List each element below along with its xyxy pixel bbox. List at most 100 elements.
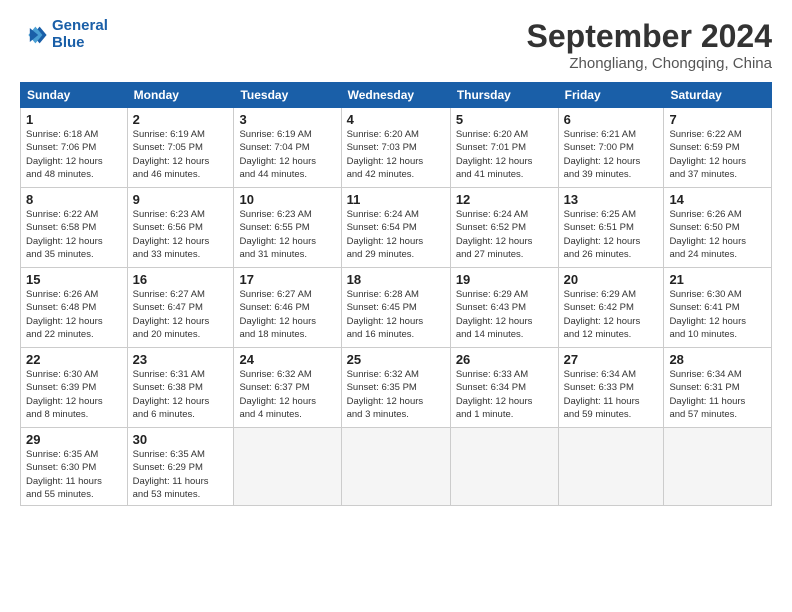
logo-icon bbox=[20, 21, 48, 49]
calendar-cell: 20Sunrise: 6:29 AM Sunset: 6:42 PM Dayli… bbox=[558, 268, 664, 348]
day-number: 1 bbox=[26, 112, 122, 127]
calendar-cell: 23Sunrise: 6:31 AM Sunset: 6:38 PM Dayli… bbox=[127, 348, 234, 428]
day-info: Sunrise: 6:19 AM Sunset: 7:05 PM Dayligh… bbox=[133, 128, 229, 181]
header-wednesday: Wednesday bbox=[341, 83, 450, 108]
calendar-cell: 5Sunrise: 6:20 AM Sunset: 7:01 PM Daylig… bbox=[450, 108, 558, 188]
day-info: Sunrise: 6:30 AM Sunset: 6:39 PM Dayligh… bbox=[26, 368, 122, 421]
calendar-week-2: 8Sunrise: 6:22 AM Sunset: 6:58 PM Daylig… bbox=[21, 188, 772, 268]
logo-line1: General bbox=[52, 17, 108, 34]
calendar-cell: 26Sunrise: 6:33 AM Sunset: 6:34 PM Dayli… bbox=[450, 348, 558, 428]
day-number: 19 bbox=[456, 272, 553, 287]
logo-text: General Blue bbox=[52, 18, 108, 51]
day-info: Sunrise: 6:24 AM Sunset: 6:54 PM Dayligh… bbox=[347, 208, 445, 261]
day-info: Sunrise: 6:25 AM Sunset: 6:51 PM Dayligh… bbox=[564, 208, 659, 261]
day-number: 10 bbox=[239, 192, 335, 207]
day-number: 16 bbox=[133, 272, 229, 287]
page: General Blue September 2024 Zhongliang, … bbox=[0, 0, 792, 612]
calendar-cell bbox=[341, 428, 450, 506]
day-info: Sunrise: 6:20 AM Sunset: 7:01 PM Dayligh… bbox=[456, 128, 553, 181]
day-info: Sunrise: 6:21 AM Sunset: 7:00 PM Dayligh… bbox=[564, 128, 659, 181]
day-number: 29 bbox=[26, 432, 122, 447]
day-info: Sunrise: 6:27 AM Sunset: 6:47 PM Dayligh… bbox=[133, 288, 229, 341]
calendar-cell: 16Sunrise: 6:27 AM Sunset: 6:47 PM Dayli… bbox=[127, 268, 234, 348]
title-block: September 2024 Zhongliang, Chongqing, Ch… bbox=[527, 18, 772, 72]
day-info: Sunrise: 6:23 AM Sunset: 6:56 PM Dayligh… bbox=[133, 208, 229, 261]
calendar-cell: 1Sunrise: 6:18 AM Sunset: 7:06 PM Daylig… bbox=[21, 108, 128, 188]
calendar-cell: 9Sunrise: 6:23 AM Sunset: 6:56 PM Daylig… bbox=[127, 188, 234, 268]
calendar-header-row: Sunday Monday Tuesday Wednesday Thursday… bbox=[21, 83, 772, 108]
calendar-cell: 15Sunrise: 6:26 AM Sunset: 6:48 PM Dayli… bbox=[21, 268, 128, 348]
calendar-cell: 27Sunrise: 6:34 AM Sunset: 6:33 PM Dayli… bbox=[558, 348, 664, 428]
day-number: 27 bbox=[564, 352, 659, 367]
day-info: Sunrise: 6:35 AM Sunset: 6:30 PM Dayligh… bbox=[26, 448, 122, 501]
calendar-cell: 3Sunrise: 6:19 AM Sunset: 7:04 PM Daylig… bbox=[234, 108, 341, 188]
day-number: 23 bbox=[133, 352, 229, 367]
day-number: 30 bbox=[133, 432, 229, 447]
day-info: Sunrise: 6:34 AM Sunset: 6:31 PM Dayligh… bbox=[669, 368, 766, 421]
day-number: 7 bbox=[669, 112, 766, 127]
calendar-cell bbox=[664, 428, 772, 506]
day-number: 14 bbox=[669, 192, 766, 207]
day-info: Sunrise: 6:30 AM Sunset: 6:41 PM Dayligh… bbox=[669, 288, 766, 341]
day-info: Sunrise: 6:18 AM Sunset: 7:06 PM Dayligh… bbox=[26, 128, 122, 181]
day-info: Sunrise: 6:31 AM Sunset: 6:38 PM Dayligh… bbox=[133, 368, 229, 421]
day-info: Sunrise: 6:24 AM Sunset: 6:52 PM Dayligh… bbox=[456, 208, 553, 261]
day-info: Sunrise: 6:27 AM Sunset: 6:46 PM Dayligh… bbox=[239, 288, 335, 341]
day-info: Sunrise: 6:28 AM Sunset: 6:45 PM Dayligh… bbox=[347, 288, 445, 341]
calendar-cell: 21Sunrise: 6:30 AM Sunset: 6:41 PM Dayli… bbox=[664, 268, 772, 348]
day-number: 13 bbox=[564, 192, 659, 207]
day-info: Sunrise: 6:35 AM Sunset: 6:29 PM Dayligh… bbox=[133, 448, 229, 501]
header-thursday: Thursday bbox=[450, 83, 558, 108]
day-number: 3 bbox=[239, 112, 335, 127]
day-number: 21 bbox=[669, 272, 766, 287]
day-info: Sunrise: 6:34 AM Sunset: 6:33 PM Dayligh… bbox=[564, 368, 659, 421]
day-info: Sunrise: 6:32 AM Sunset: 6:35 PM Dayligh… bbox=[347, 368, 445, 421]
calendar-cell: 22Sunrise: 6:30 AM Sunset: 6:39 PM Dayli… bbox=[21, 348, 128, 428]
day-info: Sunrise: 6:26 AM Sunset: 6:48 PM Dayligh… bbox=[26, 288, 122, 341]
day-info: Sunrise: 6:32 AM Sunset: 6:37 PM Dayligh… bbox=[239, 368, 335, 421]
calendar-cell: 7Sunrise: 6:22 AM Sunset: 6:59 PM Daylig… bbox=[664, 108, 772, 188]
calendar-cell: 4Sunrise: 6:20 AM Sunset: 7:03 PM Daylig… bbox=[341, 108, 450, 188]
day-number: 5 bbox=[456, 112, 553, 127]
calendar-cell: 8Sunrise: 6:22 AM Sunset: 6:58 PM Daylig… bbox=[21, 188, 128, 268]
calendar-cell bbox=[558, 428, 664, 506]
day-number: 26 bbox=[456, 352, 553, 367]
calendar-cell: 19Sunrise: 6:29 AM Sunset: 6:43 PM Dayli… bbox=[450, 268, 558, 348]
sub-title: Zhongliang, Chongqing, China bbox=[527, 55, 772, 72]
day-number: 20 bbox=[564, 272, 659, 287]
calendar-cell: 10Sunrise: 6:23 AM Sunset: 6:55 PM Dayli… bbox=[234, 188, 341, 268]
calendar-cell bbox=[450, 428, 558, 506]
day-info: Sunrise: 6:19 AM Sunset: 7:04 PM Dayligh… bbox=[239, 128, 335, 181]
calendar-cell: 29Sunrise: 6:35 AM Sunset: 6:30 PM Dayli… bbox=[21, 428, 128, 506]
calendar-cell: 11Sunrise: 6:24 AM Sunset: 6:54 PM Dayli… bbox=[341, 188, 450, 268]
calendar: Sunday Monday Tuesday Wednesday Thursday… bbox=[20, 82, 772, 506]
day-number: 18 bbox=[347, 272, 445, 287]
calendar-week-1: 1Sunrise: 6:18 AM Sunset: 7:06 PM Daylig… bbox=[21, 108, 772, 188]
calendar-cell: 18Sunrise: 6:28 AM Sunset: 6:45 PM Dayli… bbox=[341, 268, 450, 348]
calendar-cell: 2Sunrise: 6:19 AM Sunset: 7:05 PM Daylig… bbox=[127, 108, 234, 188]
calendar-cell: 6Sunrise: 6:21 AM Sunset: 7:00 PM Daylig… bbox=[558, 108, 664, 188]
calendar-week-5: 29Sunrise: 6:35 AM Sunset: 6:30 PM Dayli… bbox=[21, 428, 772, 506]
calendar-week-4: 22Sunrise: 6:30 AM Sunset: 6:39 PM Dayli… bbox=[21, 348, 772, 428]
calendar-cell: 17Sunrise: 6:27 AM Sunset: 6:46 PM Dayli… bbox=[234, 268, 341, 348]
header-friday: Friday bbox=[558, 83, 664, 108]
day-number: 4 bbox=[347, 112, 445, 127]
day-number: 25 bbox=[347, 352, 445, 367]
calendar-cell: 30Sunrise: 6:35 AM Sunset: 6:29 PM Dayli… bbox=[127, 428, 234, 506]
header-saturday: Saturday bbox=[664, 83, 772, 108]
calendar-cell: 28Sunrise: 6:34 AM Sunset: 6:31 PM Dayli… bbox=[664, 348, 772, 428]
logo: General Blue bbox=[20, 18, 108, 51]
calendar-cell: 14Sunrise: 6:26 AM Sunset: 6:50 PM Dayli… bbox=[664, 188, 772, 268]
day-info: Sunrise: 6:22 AM Sunset: 6:59 PM Dayligh… bbox=[669, 128, 766, 181]
calendar-week-3: 15Sunrise: 6:26 AM Sunset: 6:48 PM Dayli… bbox=[21, 268, 772, 348]
calendar-cell: 12Sunrise: 6:24 AM Sunset: 6:52 PM Dayli… bbox=[450, 188, 558, 268]
day-info: Sunrise: 6:33 AM Sunset: 6:34 PM Dayligh… bbox=[456, 368, 553, 421]
day-number: 28 bbox=[669, 352, 766, 367]
logo-line2: Blue bbox=[52, 34, 85, 51]
header-tuesday: Tuesday bbox=[234, 83, 341, 108]
day-info: Sunrise: 6:29 AM Sunset: 6:43 PM Dayligh… bbox=[456, 288, 553, 341]
header-monday: Monday bbox=[127, 83, 234, 108]
header: General Blue September 2024 Zhongliang, … bbox=[20, 18, 772, 72]
calendar-cell bbox=[234, 428, 341, 506]
day-number: 12 bbox=[456, 192, 553, 207]
